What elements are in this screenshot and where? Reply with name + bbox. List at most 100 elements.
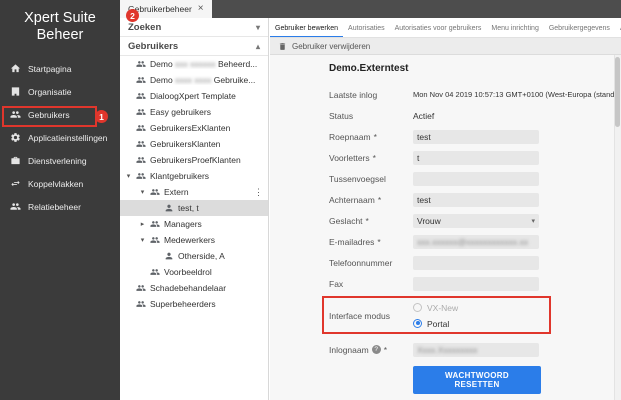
kebab-menu-icon[interactable]: ⋮ [252,187,265,198]
tussenvoegsel-input[interactable] [413,171,539,186]
tree-item-klantgebruikers[interactable]: ▾ Klantgebruikers [120,168,268,184]
label-text: Roepnaam [329,131,371,142]
caret-expanded-icon[interactable]: ▾ [125,172,132,180]
panel-header-gebruikers[interactable]: Gebruikers ▴ [120,37,268,56]
required-marker: * [372,152,376,163]
tab-gebruiker-bewerken[interactable]: Gebruiker bewerken [270,18,343,37]
sidebar-item-koppelvlakken[interactable]: Koppelvlakken [0,172,120,195]
tab-autorisaties-voor-gebruikers[interactable]: Autorisaties voor gebruikers [390,18,487,37]
annotation-circle-1: 1 [95,110,108,123]
sidebar-item-dienstverlening[interactable]: Dienstverlening [0,149,120,172]
users-group-icon [136,75,146,85]
briefcase-icon [10,155,21,166]
interface-modus-options: VX-New Portal [413,301,458,330]
sidebar-item-label: Gebruikers [28,109,70,120]
status-value: Actief [413,110,435,121]
inlognaam-input[interactable]: Xxxx.Xxxxxxxxx [413,342,539,357]
sidebar-item-label: Startpagina [28,63,72,74]
field-label: Status [329,110,354,121]
tab-menu-inrichting[interactable]: Menu inrichting [486,18,543,37]
caret-expanded-icon[interactable]: ▾ [139,188,146,196]
tree-item-label: Superbeheerders [150,299,216,309]
field-label: Tussenvoegsel [329,173,386,184]
tree-item-gebruikersexklanten[interactable]: GebruikersExKlanten [120,120,268,136]
field-achternaam: Achternaam * [329,189,541,210]
chevron-down-icon: ▾ [531,217,535,225]
laatste-inlog-value: Mon Nov 04 2019 10:57:13 GMT+0100 (West-… [413,90,621,99]
sidebar-item-relatiebeheer[interactable]: Relatiebeheer [0,195,120,218]
reset-password-button[interactable]: WACHTWOORD RESETTEN [413,366,541,394]
radio-option-vx-new[interactable]: VX-New [413,301,458,314]
tree-item-managers[interactable]: ▸ Managers [120,216,268,232]
radio-checked-icon[interactable] [413,319,422,328]
tree-item-voorbeeldrol[interactable]: Voorbeeldrol [120,264,268,280]
tree-item-extern[interactable]: ▾ Extern ⋮ [120,184,268,200]
sidebar-item-label: Applicatieinstellingen [28,132,108,143]
tree-item-superbeheerders[interactable]: Superbeheerders [120,296,268,312]
tree-item-demo-beheerders[interactable]: Demo xxx xxxxxx Beheerd... [120,56,268,72]
toolbar: Gebruiker verwijderen [270,38,621,55]
chevron-up-icon: ▴ [255,41,260,51]
sidebar-item-applicatieinstellingen[interactable]: Applicatieinstellingen [0,126,120,149]
vertical-scrollbar[interactable] [614,55,621,400]
tree-item-otherside-a[interactable]: Otherside, A [120,248,268,264]
panel-header-zoeken[interactable]: Zoeken ▾ [120,18,268,37]
tree-item-schadebehandelaar[interactable]: Schadebehandelaar [120,280,268,296]
geslacht-select[interactable]: Vrouw ▾ [413,213,539,228]
required-marker: * [383,344,388,355]
tree-item-label: DialoogXpert Template [150,91,236,101]
tree-item-label: test, t [178,203,199,213]
tree-item-demo-gebruikers[interactable]: Demo xxxx xxxx Gebruike... [120,72,268,88]
radio-option-portal[interactable]: Portal [413,317,458,330]
field-tussenvoegsel: Tussenvoegsel [329,168,541,189]
radio-label: Portal [427,318,450,329]
tree-item-test-t[interactable]: test, t [120,200,268,216]
field-label: Laatste inlog [329,89,378,100]
tab-agenda-instellingen[interactable]: Agenda instellingen [615,18,621,37]
caret-collapsed-icon[interactable]: ▸ [139,220,146,228]
users-group-icon [136,123,146,133]
tab-autorisaties[interactable]: Autorisaties [343,18,390,37]
scrollbar-thumb[interactable] [615,57,620,127]
form-content: Demo.Externtest Laatste inlog Mon Nov 04… [270,55,621,400]
telefoonnummer-input[interactable] [413,255,539,270]
tree-item-gebruikersklanten[interactable]: GebruikersKlanten [120,136,268,152]
label-text: Voorletters [329,152,370,163]
tree-item-label: GebruikersKlanten [150,139,221,149]
emailadres-input[interactable]: xxx.xxxxxx@xxxxxxxxxxxx.xx [413,234,539,249]
label-text: Geslacht [329,215,363,226]
help-icon[interactable]: ? [371,345,381,354]
fax-input[interactable] [413,276,539,291]
field-reset-password: WACHTWOORD RESETTEN [329,366,541,394]
required-marker: * [377,194,382,205]
delete-user-button[interactable]: Gebruiker verwijderen [292,42,370,51]
field-label: Voorletters * [329,153,413,163]
tree-item-dialoogxpert-template[interactable]: DialoogXpert Template [120,88,268,104]
tree-item-label: Klantgebruikers [150,171,210,181]
tree-item-label: Medewerkers [164,235,216,245]
label-part: Demo [150,59,176,69]
user-form: Demo.Externtest Laatste inlog Mon Nov 04… [322,63,621,394]
sidebar-item-organisatie[interactable]: Organisatie [0,80,120,103]
roepnaam-input[interactable] [413,129,539,144]
tree-item-label: Demo xxx xxxxxx Beheerd... [150,59,257,69]
users-group-icon [136,171,146,181]
tab-gebruikergegevens[interactable]: Gebruikergegevens [544,18,615,37]
field-label: Roepnaam * [329,132,413,142]
tree-item-label: GebruikersProefKlanten [150,155,241,165]
caret-expanded-icon[interactable]: ▾ [139,236,146,244]
sidebar-item-startpagina[interactable]: Startpagina [0,57,120,80]
radio-unchecked-icon[interactable] [413,303,422,312]
sidebar-item-label: Koppelvlakken [28,178,84,189]
voorletters-input[interactable] [413,150,539,165]
users-group-icon [136,91,146,101]
chevron-down-icon: ▾ [255,22,260,32]
tree-item-gebruikersproefklanten[interactable]: GebruikersProefKlanten [120,152,268,168]
field-emailadres: E-mailadres * xxx.xxxxxx@xxxxxxxxxxxx.xx [329,231,541,252]
field-inlognaam: Inlognaam? * Xxxx.Xxxxxxxxx [329,339,541,360]
field-label: Telefoonnummer [329,257,393,268]
close-icon[interactable]: × [198,4,204,14]
tree-item-easy-gebruikers[interactable]: Easy gebruikers [120,104,268,120]
tree-item-medewerkers[interactable]: ▾ Medewerkers [120,232,268,248]
achternaam-input[interactable] [413,192,539,207]
